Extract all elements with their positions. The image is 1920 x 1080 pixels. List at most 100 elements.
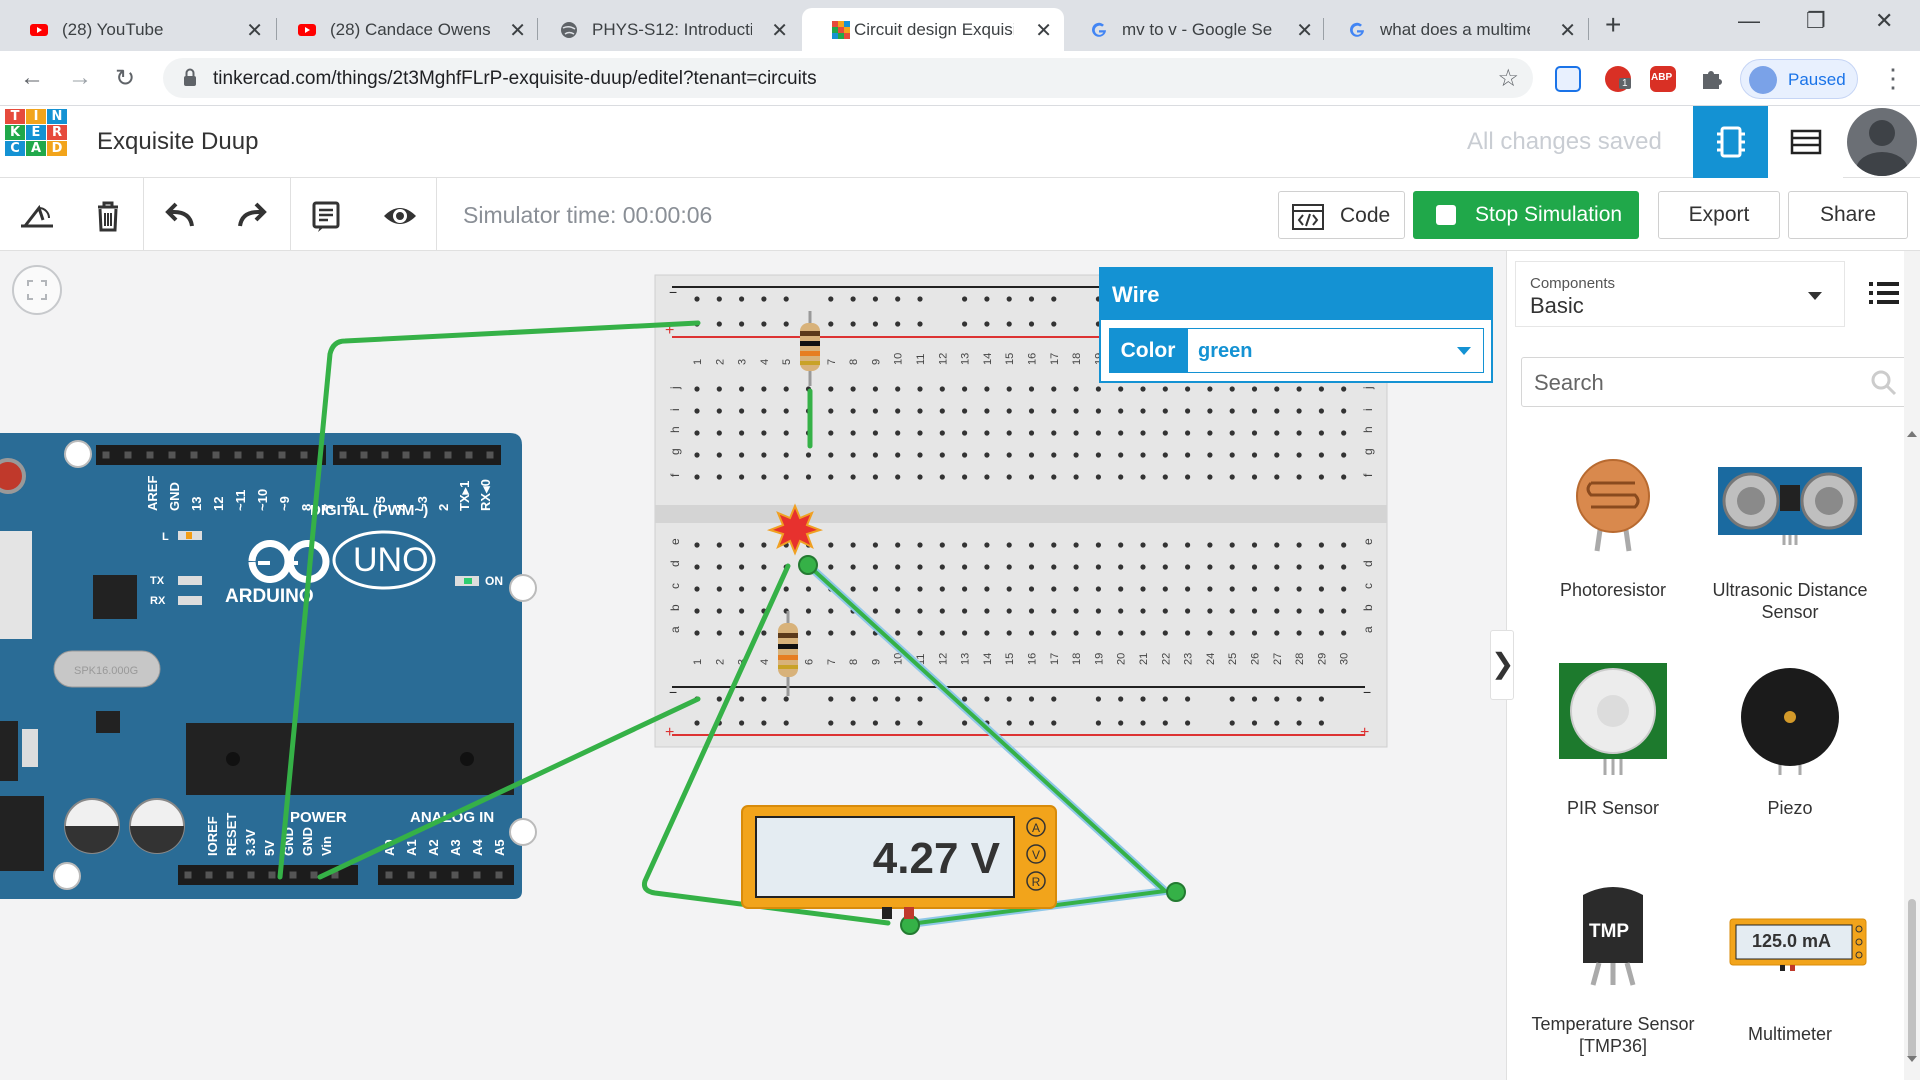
breadboard-hole[interactable] bbox=[761, 564, 767, 570]
address-bar[interactable]: tinkercad.com/things/2t3MghfFLrP-exquisi… bbox=[163, 58, 1533, 98]
breadboard-hole[interactable] bbox=[739, 586, 745, 592]
breadboard-hole[interactable] bbox=[962, 630, 968, 636]
breadboard-hole[interactable] bbox=[1251, 608, 1258, 614]
breadboard-hole[interactable] bbox=[1274, 608, 1280, 614]
breadboard-hole[interactable] bbox=[1185, 542, 1191, 548]
breadboard-hole[interactable] bbox=[1207, 542, 1213, 548]
breadboard-hole[interactable] bbox=[1318, 608, 1324, 614]
breadboard-hole[interactable] bbox=[1095, 630, 1101, 636]
header-pin[interactable] bbox=[205, 871, 213, 879]
rail-hole[interactable] bbox=[716, 696, 722, 702]
breadboard-hole[interactable] bbox=[828, 474, 834, 480]
breadboard-hole[interactable] bbox=[984, 608, 990, 614]
breadboard-hole[interactable] bbox=[1073, 430, 1079, 436]
breadboard-hole[interactable] bbox=[1051, 564, 1057, 570]
breadboard-hole[interactable] bbox=[1140, 586, 1146, 592]
breadboard-hole[interactable] bbox=[1341, 608, 1347, 614]
extension-cast-icon[interactable] bbox=[1555, 66, 1581, 92]
export-button[interactable]: Export bbox=[1658, 191, 1780, 239]
breadboard-hole[interactable] bbox=[1051, 608, 1057, 614]
breadboard-hole[interactable] bbox=[805, 474, 812, 480]
breadboard-hole[interactable] bbox=[1229, 630, 1235, 636]
breadboard-hole[interactable] bbox=[1073, 630, 1079, 636]
header-pin[interactable] bbox=[247, 871, 255, 879]
breadboard-hole[interactable] bbox=[872, 542, 879, 548]
header-pin[interactable] bbox=[268, 871, 276, 879]
rail-hole[interactable] bbox=[1162, 720, 1168, 726]
rail-hole[interactable] bbox=[1118, 696, 1124, 702]
breadboard-hole[interactable] bbox=[1118, 542, 1124, 548]
breadboard-hole[interactable] bbox=[917, 542, 923, 548]
header-pin[interactable] bbox=[381, 451, 389, 459]
breadboard-hole[interactable] bbox=[761, 586, 767, 592]
rail-hole[interactable] bbox=[1051, 720, 1057, 726]
breadboard-hole[interactable] bbox=[1073, 452, 1079, 458]
breadboard-hole[interactable] bbox=[828, 630, 834, 636]
breadboard-hole[interactable] bbox=[1185, 452, 1191, 458]
breadboard-hole[interactable] bbox=[895, 608, 901, 614]
rail-hole[interactable] bbox=[917, 321, 923, 327]
rail-hole[interactable] bbox=[783, 321, 789, 327]
breadboard-hole[interactable] bbox=[1207, 630, 1213, 636]
breadboard-hole[interactable] bbox=[1296, 452, 1302, 458]
header-pin[interactable] bbox=[234, 451, 242, 459]
breadboard-hole[interactable] bbox=[1318, 586, 1324, 592]
breadboard-hole[interactable] bbox=[1185, 386, 1191, 392]
redo-icon[interactable] bbox=[232, 196, 272, 236]
breadboard-hole[interactable] bbox=[1318, 542, 1324, 548]
breadboard-hole[interactable] bbox=[1207, 564, 1213, 570]
search-icon[interactable] bbox=[1870, 369, 1898, 397]
breadboard-hole[interactable] bbox=[1207, 608, 1213, 614]
breadboard-hole[interactable] bbox=[1318, 630, 1324, 636]
project-name[interactable]: Exquisite Duup bbox=[97, 128, 258, 156]
rail-hole[interactable] bbox=[716, 321, 722, 327]
breadboard-hole[interactable] bbox=[1251, 386, 1258, 392]
rail-hole[interactable] bbox=[1028, 296, 1035, 302]
breadboard-hole[interactable] bbox=[828, 452, 834, 458]
breadboard-hole[interactable] bbox=[872, 452, 879, 458]
rail-hole[interactable] bbox=[828, 296, 834, 302]
multimeter-mode-a[interactable]: A bbox=[1032, 821, 1040, 835]
breadboard-hole[interactable] bbox=[783, 430, 789, 436]
breadboard-hole[interactable] bbox=[962, 586, 968, 592]
breadboard-hole[interactable] bbox=[939, 608, 945, 614]
breadboard-hole[interactable] bbox=[917, 630, 923, 636]
breadboard-hole[interactable] bbox=[984, 630, 990, 636]
breadboard-hole[interactable] bbox=[1140, 408, 1146, 414]
rail-hole[interactable] bbox=[761, 696, 767, 702]
rail-hole[interactable] bbox=[694, 720, 700, 726]
breadboard-hole[interactable] bbox=[1140, 474, 1146, 480]
extension-record-icon[interactable]: 1 bbox=[1605, 66, 1631, 92]
breadboard-hole[interactable] bbox=[917, 408, 923, 414]
breadboard-hole[interactable] bbox=[895, 474, 901, 480]
breadboard-hole[interactable] bbox=[739, 408, 745, 414]
breadboard-hole[interactable] bbox=[783, 586, 789, 592]
breadboard-hole[interactable] bbox=[917, 474, 923, 480]
breadboard-hole[interactable] bbox=[872, 474, 879, 480]
breadboard-hole[interactable] bbox=[828, 542, 834, 548]
header-pin[interactable] bbox=[190, 451, 198, 459]
breadboard-hole[interactable] bbox=[895, 586, 901, 592]
rail-hole[interactable] bbox=[1251, 696, 1258, 702]
breadboard-hole[interactable] bbox=[783, 452, 789, 458]
breadboard-hole[interactable] bbox=[1207, 386, 1213, 392]
breadboard-hole[interactable] bbox=[962, 408, 968, 414]
breadboard-hole[interactable] bbox=[783, 408, 789, 414]
component-list-view-button[interactable] bbox=[1768, 106, 1843, 178]
rail-hole[interactable] bbox=[917, 696, 923, 702]
breadboard-hole[interactable] bbox=[872, 586, 879, 592]
breadboard-hole[interactable] bbox=[1207, 452, 1213, 458]
breadboard-hole[interactable] bbox=[1073, 564, 1079, 570]
rotate-icon[interactable] bbox=[17, 196, 57, 236]
rail-hole[interactable] bbox=[739, 321, 745, 327]
breadboard-hole[interactable] bbox=[694, 430, 700, 436]
breadboard-hole[interactable] bbox=[939, 474, 945, 480]
rail-hole[interactable] bbox=[1051, 696, 1057, 702]
rail-hole[interactable] bbox=[1095, 696, 1101, 702]
breadboard-hole[interactable] bbox=[739, 608, 745, 614]
breadboard-hole[interactable] bbox=[962, 386, 968, 392]
breadboard-hole[interactable] bbox=[1341, 586, 1347, 592]
header-pin[interactable] bbox=[226, 871, 234, 879]
breadboard-hole[interactable] bbox=[1095, 474, 1101, 480]
breadboard-hole[interactable] bbox=[1073, 542, 1079, 548]
